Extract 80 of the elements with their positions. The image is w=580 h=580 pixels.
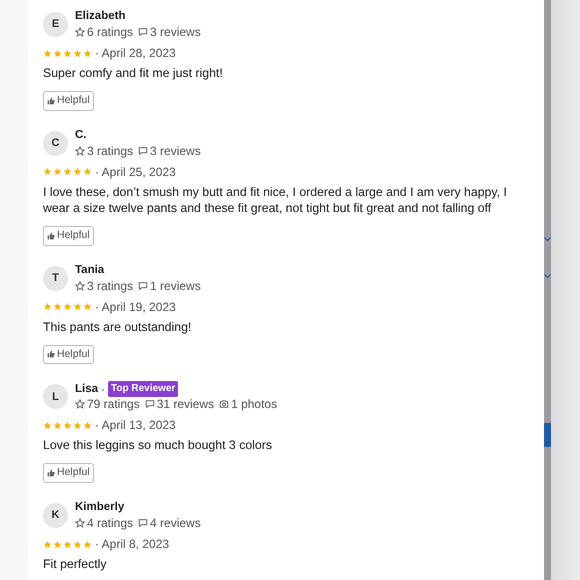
review-text: This pants are outstanding! [43,318,192,334]
review-date: · April 19, 2023 [95,298,176,316]
comment-icon [144,399,155,410]
star-icon [63,48,72,58]
star-icon [63,167,72,176]
chevron-icon [544,237,551,242]
review-date: · April 25, 2023 [95,164,176,181]
star-icon [63,302,72,311]
reviewer-stat: 1 reviews [150,278,201,294]
comment-icon [138,146,148,156]
reviewer-stat: 6 ratings [87,24,134,40]
avatar: L [43,384,68,410]
reviewer-stat: 3 ratings [87,142,134,159]
review-date: · April 8, 2023 [95,536,170,553]
reviewer-stat: 79 ratings [87,396,140,412]
helpful-button[interactable]: Helpful [43,226,94,246]
star-outline-icon [75,280,85,290]
reviewer-badge: Top Reviewer [108,381,178,398]
comment-icon [138,280,148,290]
comment-icon [138,518,148,528]
reviewer-stat: 3 ratings [87,278,134,294]
review-text: I love these, don’t smush my butt and fit nice, I ordered a large and I am very happy, I wear a size twelve pants and these fit great, not tight but fit great and not falling off [43,184,508,216]
reviewer-stat: 31 reviews [156,396,214,412]
star-icon [43,420,52,430]
review-date: · April 28, 2023 [95,45,176,62]
avatar: K [43,503,68,528]
star-icon [83,540,92,548]
reviewer-name: Tania [75,262,104,278]
star-icon [53,420,62,430]
avatar: E [43,12,68,37]
star-icon [73,420,82,430]
star-outline-icon [75,518,85,528]
star-icon [83,302,92,311]
thumbs-up-icon [47,232,55,240]
star-icon [73,48,82,58]
star-outline-icon [75,399,85,410]
star-icon [63,420,72,430]
star-icon [73,540,82,548]
star-icon [43,167,52,176]
star-icon [53,48,62,58]
review-text: Super comfy and fit me just right! [43,65,224,81]
star-icon [43,302,52,311]
star-icon [83,48,92,58]
star-outline-icon [75,146,85,156]
star-icon [83,167,92,176]
star-icon [43,48,52,58]
reviewer-stat: 3 reviews [150,142,201,159]
reviewer-stat: 3 reviews [150,24,201,40]
side-block [544,423,551,447]
reviewer-name: C. [75,128,86,144]
thumbs-up-icon [47,469,55,478]
reviewer-name: Kimberly [75,500,124,516]
chevron-icon [544,274,551,279]
star-icon [43,540,52,548]
separator-dot: · [101,381,106,398]
comment-icon [138,27,148,37]
helpful-button[interactable]: Helpful [43,344,94,364]
review-text: Love this leggins so much bought 3 colors [43,437,273,454]
avatar: C [43,130,68,156]
star-icon [53,302,62,311]
star-icon [73,167,82,176]
avatar: T [43,266,68,290]
star-icon [53,167,62,176]
thumbs-up-icon [47,350,55,358]
review-date: · April 13, 2023 [95,417,176,434]
star-icon [73,302,82,311]
star-outline-icon [75,27,85,37]
star-icon [53,540,62,548]
thumbs-up-icon [47,96,55,105]
reviewer-name: Elizabeth [75,9,126,24]
reviewer-name: Lisa [75,382,98,397]
reviewer-stat: 4 reviews [150,515,201,531]
helpful-button[interactable]: Helpful [43,91,94,111]
camera-icon [219,399,230,410]
star-icon [63,540,72,548]
reviewer-stat: 1 photos [231,396,278,412]
helpful-button[interactable]: Helpful [43,463,94,483]
star-icon [83,420,92,430]
reviewer-stat: 4 ratings [87,515,134,531]
review-text: Fit perfectly [43,556,108,572]
